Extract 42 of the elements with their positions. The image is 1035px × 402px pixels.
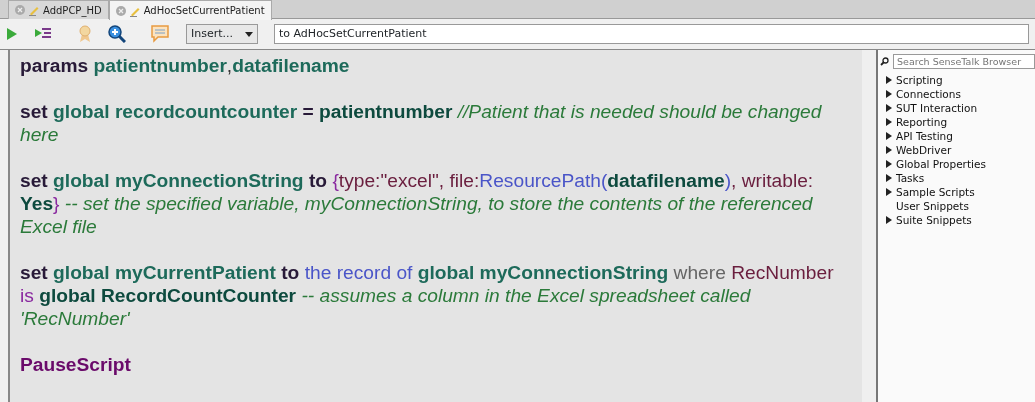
browser-item[interactable]: API Testing [880,129,1035,143]
browser-item[interactable]: Scripting [880,73,1035,87]
editor-tab[interactable]: AddPCP_HD [8,0,109,19]
browser-item[interactable]: Connections [880,87,1035,101]
browser-item[interactable]: Sample Scripts [880,185,1035,199]
browser-item[interactable]: Global Properties [880,157,1035,171]
browser-item[interactable]: User Snippets [880,199,1035,213]
expand-arrow-icon[interactable] [886,174,892,182]
handler-field[interactable]: to AdHocSetCurrentPatient [274,24,1029,44]
editor-tab[interactable]: AdHocSetCurrentPatient [108,0,272,20]
code-line: set global myConnectionString to {type:"excel", file:ResourcePath(datafilename), writable: [20,169,815,192]
expand-arrow-icon[interactable] [886,104,892,112]
run-icon[interactable] [6,27,18,41]
expand-arrow-icon[interactable] [886,160,892,168]
code-line: Excel file [20,215,98,238]
code-line: here [20,123,60,146]
caret-icon [245,31,253,37]
zoom-icon[interactable] [108,25,126,43]
expand-arrow-icon[interactable] [886,216,892,224]
browser-item[interactable]: Tasks [880,171,1035,185]
step-icon[interactable] [34,27,52,41]
expand-arrow-icon[interactable] [886,146,892,154]
code-line: Yes} -- set the specified variable, myConnectionString, to store the contents of the referenced [20,192,814,215]
code-line: is global RecordCountCounter -- assumes a column in the Excel spreadsheet called [20,284,752,307]
search-field[interactable]: Search SenseTalk Browser [893,54,1035,69]
code-line: set global recordcountcounter = patientnumber //Patient that is needed should be changed [20,100,823,123]
expand-arrow-icon[interactable] [886,118,892,126]
expand-arrow-icon[interactable] [886,90,892,98]
expand-arrow-icon[interactable] [886,132,892,140]
browser-item[interactable]: WebDriver [880,143,1035,157]
code-line: 'RecNumber' [20,307,131,330]
expand-arrow-icon[interactable] [886,188,892,196]
expand-arrow-icon[interactable] [886,76,892,84]
code-line: params patientnumber,datafilename [20,54,351,77]
search-icon [880,57,889,66]
insert-dropdown[interactable]: Insert... [186,24,258,44]
pencil-icon [28,4,40,16]
browser-item[interactable]: SUT Interaction [880,101,1035,115]
code-line: PauseScript [20,353,132,376]
browser-item[interactable]: Suite Snippets [880,213,1035,227]
code-line: set global myCurrentPatient to the record of global myConnectionString where RecNumber [20,261,835,284]
browser-item[interactable]: Reporting [880,115,1035,129]
